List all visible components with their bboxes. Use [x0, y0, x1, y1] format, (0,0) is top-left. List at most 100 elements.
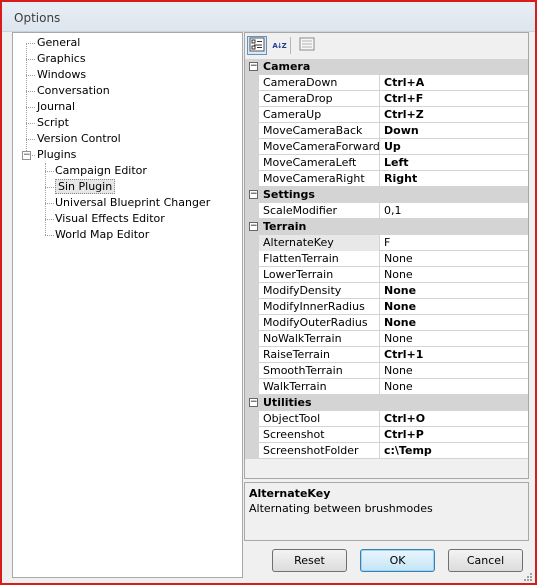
property-value[interactable]: None: [381, 251, 528, 267]
property-value[interactable]: None: [381, 331, 528, 347]
property-value[interactable]: None: [381, 315, 528, 331]
property-name[interactable]: MoveCameraBack: [259, 123, 380, 139]
categorized-icon[interactable]: [247, 36, 267, 55]
property-row[interactable]: ModifyDensity None: [245, 283, 528, 299]
property-value[interactable]: Up: [381, 139, 528, 155]
property-name[interactable]: ObjectTool: [259, 411, 380, 427]
property-value[interactable]: Ctrl+O: [381, 411, 528, 427]
property-value[interactable]: c:\Temp: [381, 443, 528, 459]
tree-item[interactable]: Conversation: [37, 83, 110, 99]
options-tree[interactable]: General Graphics Windows Conversation Journa…: [12, 32, 243, 578]
property-row[interactable]: FlattenTerrain None: [245, 251, 528, 267]
tree-item-plugin[interactable]: Sin Plugin: [55, 179, 116, 195]
property-name[interactable]: LowerTerrain: [259, 267, 380, 283]
property-value[interactable]: Ctrl+F: [381, 91, 528, 107]
property-name[interactable]: MoveCameraRight: [259, 171, 380, 187]
property-value[interactable]: None: [381, 379, 528, 395]
property-pages-icon[interactable]: [297, 36, 317, 55]
property-name[interactable]: ModifyOuterRadius: [259, 315, 380, 331]
property-value[interactable]: None: [381, 363, 528, 379]
property-value[interactable]: Down: [381, 123, 528, 139]
property-value[interactable]: None: [381, 267, 528, 283]
property-name[interactable]: NoWalkTerrain: [259, 331, 380, 347]
title-bar[interactable]: Options: [2, 2, 535, 32]
property-name[interactable]: ScreenshotFolder: [259, 443, 380, 459]
property-name[interactable]: CameraDrop: [259, 91, 380, 107]
property-name[interactable]: CameraUp: [259, 107, 380, 123]
property-row[interactable]: MoveCameraForward Up: [245, 139, 528, 155]
category-row[interactable]: − Terrain: [245, 219, 528, 235]
tree-item[interactable]: Plugins: [37, 147, 76, 163]
tree-item[interactable]: Version Control: [37, 131, 121, 147]
property-row[interactable]: MoveCameraBack Down: [245, 123, 528, 139]
collapse-icon[interactable]: −: [22, 151, 31, 160]
property-row[interactable]: LowerTerrain None: [245, 267, 528, 283]
property-value[interactable]: Ctrl+1: [381, 347, 528, 363]
collapse-icon[interactable]: −: [249, 190, 258, 199]
collapse-icon[interactable]: −: [249, 222, 258, 231]
property-value[interactable]: Ctrl+A: [381, 75, 528, 91]
property-row[interactable]: AlternateKey F: [245, 235, 528, 251]
property-value[interactable]: Ctrl+Z: [381, 107, 528, 123]
resize-grip[interactable]: [523, 572, 533, 582]
row-gutter: [245, 203, 259, 219]
property-row[interactable]: CameraUp Ctrl+Z: [245, 107, 528, 123]
property-value[interactable]: Ctrl+P: [381, 427, 528, 443]
collapse-icon[interactable]: −: [249, 62, 258, 71]
property-name[interactable]: FlattenTerrain: [259, 251, 380, 267]
property-row[interactable]: SmoothTerrain None: [245, 363, 528, 379]
property-row[interactable]: MoveCameraLeft Left: [245, 155, 528, 171]
property-row[interactable]: CameraDrop Ctrl+F: [245, 91, 528, 107]
property-name[interactable]: ModifyDensity: [259, 283, 380, 299]
property-row[interactable]: RaiseTerrain Ctrl+1: [245, 347, 528, 363]
category-row[interactable]: − Camera: [245, 59, 528, 75]
tree-connector: [26, 59, 35, 60]
property-value[interactable]: Right: [381, 171, 528, 187]
property-name[interactable]: ScaleModifier: [259, 203, 380, 219]
tree-item-label: Conversation: [37, 84, 110, 97]
tree-item-plugin[interactable]: Campaign Editor: [55, 163, 147, 179]
cancel-button[interactable]: Cancel: [448, 549, 523, 572]
property-name[interactable]: Screenshot: [259, 427, 380, 443]
reset-button[interactable]: Reset: [272, 549, 347, 572]
property-row[interactable]: ModifyOuterRadius None: [245, 315, 528, 331]
tree-item-plugin[interactable]: Universal Blueprint Changer: [55, 195, 210, 211]
tree-item[interactable]: Script: [37, 115, 69, 131]
category-row[interactable]: − Settings: [245, 187, 528, 203]
property-row[interactable]: ScreenshotFolder c:\Temp: [245, 443, 528, 459]
property-name[interactable]: ModifyInnerRadius: [259, 299, 380, 315]
property-name[interactable]: MoveCameraLeft: [259, 155, 380, 171]
property-row[interactable]: WalkTerrain None: [245, 379, 528, 395]
collapse-icon[interactable]: −: [249, 398, 258, 407]
property-value[interactable]: 0,1: [381, 203, 528, 219]
property-value[interactable]: None: [381, 283, 528, 299]
property-row[interactable]: Screenshot Ctrl+P: [245, 427, 528, 443]
tree-item[interactable]: General: [37, 35, 80, 51]
property-name[interactable]: CameraDown: [259, 75, 380, 91]
property-grid[interactable]: A↓Z − Camera CameraDown Ctrl+A CameraDrop Ctr…: [244, 32, 529, 479]
property-value[interactable]: F: [381, 235, 528, 251]
alphabetical-sort-icon[interactable]: A↓Z: [269, 36, 289, 55]
tree-item-label: Journal: [37, 100, 76, 113]
property-row[interactable]: ObjectTool Ctrl+O: [245, 411, 528, 427]
tree-item[interactable]: Windows: [37, 67, 86, 83]
property-name[interactable]: MoveCameraForward: [259, 139, 380, 155]
tree-item[interactable]: Graphics: [37, 51, 86, 67]
property-name[interactable]: RaiseTerrain: [259, 347, 380, 363]
property-value[interactable]: Left: [381, 155, 528, 171]
property-row[interactable]: CameraDown Ctrl+A: [245, 75, 528, 91]
tree-item[interactable]: Journal: [37, 99, 75, 115]
category-row[interactable]: − Utilities: [245, 395, 528, 411]
property-row[interactable]: MoveCameraRight Right: [245, 171, 528, 187]
tree-connector: [26, 43, 35, 44]
property-row[interactable]: NoWalkTerrain None: [245, 331, 528, 347]
ok-button[interactable]: OK: [360, 549, 435, 572]
property-row[interactable]: ScaleModifier 0,1: [245, 203, 528, 219]
tree-item-plugin[interactable]: Visual Effects Editor: [55, 211, 165, 227]
property-name[interactable]: WalkTerrain: [259, 379, 380, 395]
property-row[interactable]: ModifyInnerRadius None: [245, 299, 528, 315]
tree-item-plugin[interactable]: World Map Editor: [55, 227, 149, 243]
property-name[interactable]: AlternateKey: [259, 235, 380, 251]
property-name[interactable]: SmoothTerrain: [259, 363, 380, 379]
property-value[interactable]: None: [381, 299, 528, 315]
